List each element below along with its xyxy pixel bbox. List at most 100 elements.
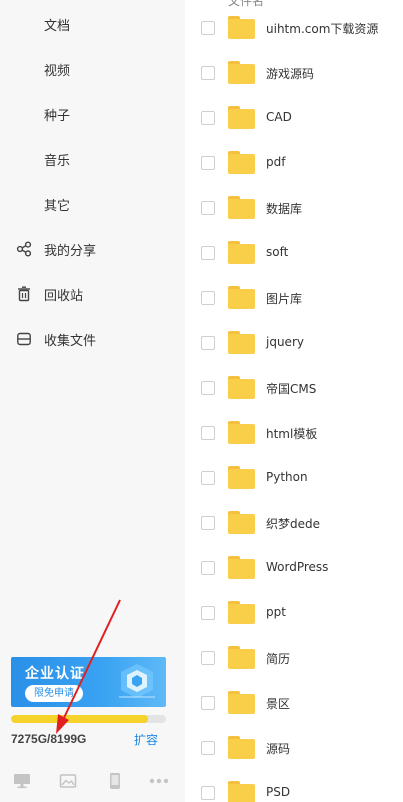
sidebar-item-music[interactable]: 音乐 [0,139,185,179]
file-name[interactable]: 景区 [266,695,290,712]
apply-free-button[interactable]: 限免申请 [25,685,83,702]
file-name[interactable]: uihtm.com下载资源 [266,20,378,37]
file-row[interactable]: 帝国CMS [185,366,403,411]
file-name[interactable]: 织梦dede [266,515,320,532]
file-row[interactable]: 游戏源码 [185,51,403,96]
file-name[interactable]: pdf [266,155,285,169]
sidebar-item-my-shares[interactable]: 我的分享 [0,229,185,269]
file-name[interactable]: jquery [266,335,304,349]
bottom-toolbar [0,770,185,796]
folder-icon [228,106,255,129]
file-row[interactable]: pdf [185,141,403,186]
file-row[interactable]: html模板 [185,411,403,456]
file-row[interactable]: Python [185,456,403,501]
row-checkbox[interactable] [201,651,215,665]
file-name[interactable]: 游戏源码 [266,65,314,82]
phone-icon[interactable] [105,770,125,792]
sidebar-item-label: 回收站 [44,288,84,304]
desktop-icon[interactable] [12,770,32,792]
file-name[interactable]: PSD [266,785,290,799]
row-checkbox[interactable] [201,696,215,710]
folder-icon [228,286,255,309]
row-checkbox[interactable] [201,381,215,395]
folder-icon [228,196,255,219]
row-checkbox[interactable] [201,246,215,260]
file-name[interactable]: 数据库 [266,200,302,217]
folder-icon [228,151,255,174]
folder-icon [228,646,255,669]
sidebar-item-torrents[interactable]: 种子 [0,94,185,134]
file-name[interactable]: 帝国CMS [266,380,316,397]
folder-icon [228,601,255,624]
sidebar-item-label: 我的分享 [44,243,97,259]
row-checkbox[interactable] [201,741,215,755]
storage-quota-text: 7275G/8199G [11,732,87,746]
file-row[interactable]: ppt [185,591,403,636]
file-name[interactable]: 简历 [266,650,290,667]
file-row[interactable]: uihtm.com下载资源 [185,6,403,51]
enterprise-cert-banner[interactable]: 企业认证 限免申请 [11,657,166,707]
folder-icon [228,241,255,264]
folder-icon [228,466,255,489]
folder-icon [228,376,255,399]
image-icon[interactable] [58,770,78,792]
file-row[interactable]: 织梦dede [185,501,403,546]
file-name[interactable]: WordPress [266,560,328,574]
file-row[interactable]: 图片库 [185,276,403,321]
file-name[interactable]: html模板 [266,425,317,442]
collect-icon [15,330,33,348]
folder-icon [228,556,255,579]
sidebar-item-label: 其它 [44,198,71,214]
sidebar-item-label: 视频 [44,63,71,79]
storage-quota-bar [11,715,166,723]
file-name[interactable]: soft [266,245,288,259]
file-row[interactable]: soft [185,231,403,276]
file-row[interactable]: 源码 [185,726,403,771]
row-checkbox[interactable] [201,66,215,80]
sidebar-item-label: 文档 [44,18,71,34]
row-checkbox[interactable] [201,201,215,215]
row-checkbox[interactable] [201,561,215,575]
storage-quota-fill [11,715,149,723]
sidebar: 文档 视频 种子 音乐 其它 我的分享 回收站 收集文件 企业认证 限免申请 7… [0,0,185,802]
file-name[interactable]: 源码 [266,740,290,757]
file-row[interactable]: 数据库 [185,186,403,231]
row-checkbox[interactable] [201,21,215,35]
file-name[interactable]: 图片库 [266,290,302,307]
trash-icon [15,285,33,303]
file-name[interactable]: ppt [266,605,286,619]
file-name[interactable]: CAD [266,110,292,124]
file-row[interactable]: jquery [185,321,403,366]
row-checkbox[interactable] [201,111,215,125]
file-row[interactable]: WordPress [185,546,403,591]
row-checkbox[interactable] [201,156,215,170]
row-checkbox[interactable] [201,606,215,620]
sidebar-item-recycle-bin[interactable]: 回收站 [0,274,185,314]
folder-icon [228,511,255,534]
row-checkbox[interactable] [201,291,215,305]
sidebar-item-label: 种子 [44,108,71,124]
file-row[interactable]: 简历 [185,636,403,681]
row-checkbox[interactable] [201,471,215,485]
sidebar-item-collect-files[interactable]: 收集文件 [0,319,185,359]
expand-storage-link[interactable]: 扩容 [134,731,158,748]
file-list: 文件名 uihtm.com下载资源 游戏源码 CAD pdf 数据库 soft 图片库 jqu… [185,0,403,802]
file-name[interactable]: Python [266,470,308,484]
more-icon[interactable] [149,770,169,792]
folder-icon [228,61,255,84]
row-checkbox[interactable] [201,336,215,350]
sidebar-item-label: 收集文件 [44,333,97,349]
row-checkbox[interactable] [201,786,215,800]
banner-title: 企业认证 [25,666,85,682]
row-checkbox[interactable] [201,516,215,530]
file-row[interactable]: CAD [185,96,403,141]
sidebar-item-documents[interactable]: 文档 [0,4,185,44]
file-row[interactable]: 景区 [185,681,403,726]
file-row[interactable]: PSD [185,771,403,802]
sidebar-item-videos[interactable]: 视频 [0,49,185,89]
folder-icon [228,736,255,759]
row-checkbox[interactable] [201,426,215,440]
folder-icon [228,421,255,444]
sidebar-item-label: 音乐 [44,153,71,169]
sidebar-item-other[interactable]: 其它 [0,184,185,224]
